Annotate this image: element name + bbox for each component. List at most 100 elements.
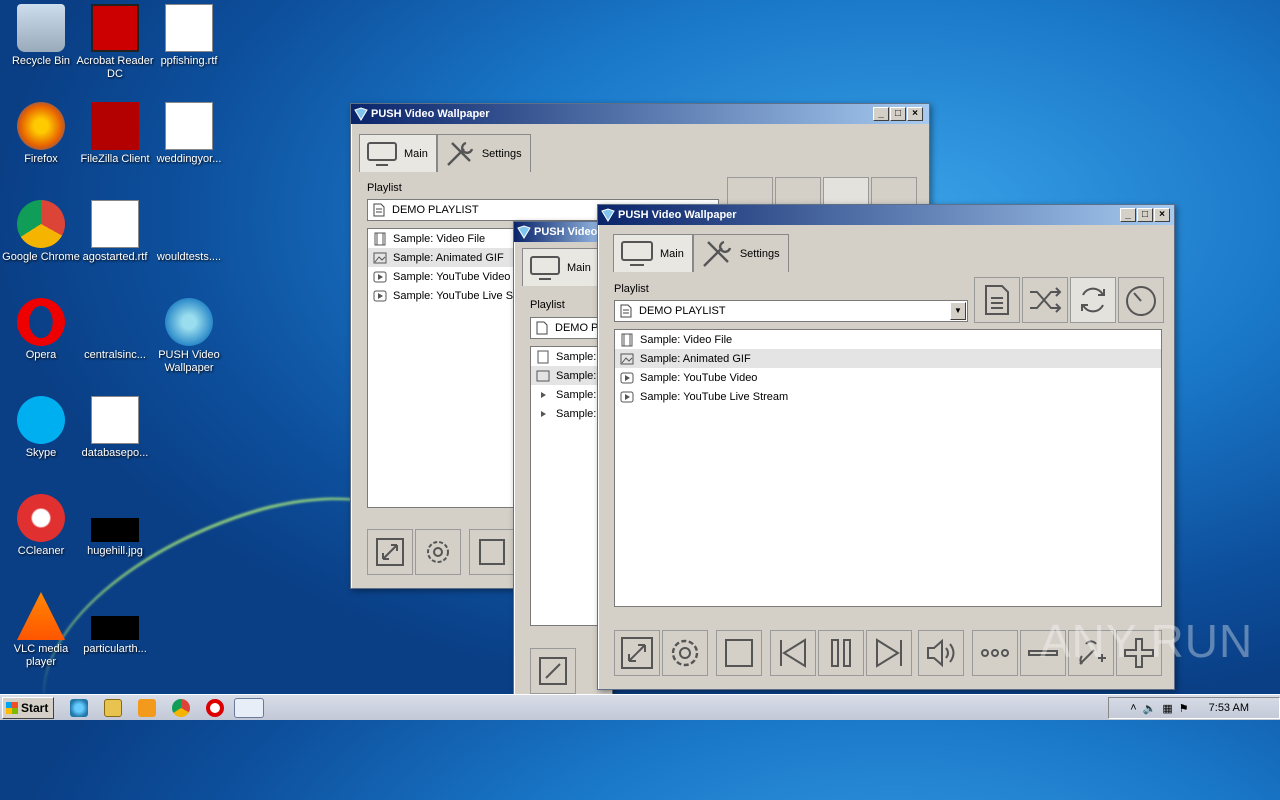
list-item-label: Sample: YouTube Live Stream (640, 390, 789, 403)
desktop-icon-hugehill-jpg[interactable]: hugehill.jpg (74, 494, 156, 558)
push-logo-icon (601, 208, 615, 222)
fullscreen-button[interactable] (530, 648, 576, 694)
settings-button[interactable] (662, 630, 708, 676)
desktop-icon-particularth[interactable]: particularth... (74, 592, 156, 656)
list-item[interactable]: Sample: YouTube Video (615, 368, 1161, 387)
desktop-icon-weddingyor[interactable]: weddingyor... (148, 102, 230, 166)
fullscreen-button[interactable] (367, 529, 413, 575)
desktop-icon-agostarted-rtf[interactable]: agostarted.rtf (74, 200, 156, 264)
tab-settings-label: Settings (739, 247, 780, 260)
playlist-label: Playlist (367, 182, 402, 194)
chevron-down-icon[interactable]: ▼ (950, 302, 966, 320)
media-player-icon[interactable] (138, 699, 156, 717)
next-button[interactable] (866, 630, 912, 676)
desktop-icon-label: wouldtests.... (156, 251, 222, 263)
flag-icon[interactable]: ⚑ (1179, 702, 1189, 715)
chevron-up-icon[interactable]: ˄ (1130, 702, 1136, 714)
settings-button[interactable] (415, 529, 461, 575)
list-item[interactable]: Sample: YouTube Live Stream (615, 387, 1161, 406)
playlist-select[interactable]: DEMO PLAYLIST ▼ (614, 300, 968, 322)
skip-back-icon (780, 638, 806, 668)
stop-button[interactable] (469, 529, 515, 575)
playlist-label: Playlist (530, 299, 565, 311)
tab-main[interactable]: Main (359, 134, 437, 172)
desktop-icon-firefox[interactable]: Firefox (0, 102, 82, 166)
pause-button[interactable] (818, 630, 864, 676)
document-icon (373, 203, 385, 217)
desktop-icon-wouldtests[interactable]: wouldtests.... (148, 200, 230, 264)
shuffle-button[interactable] (1022, 277, 1068, 323)
desktop-icon-push-video-wallpaper[interactable]: PUSH Video Wallpaper (148, 298, 230, 375)
list-item[interactable]: Sample: Animated GIF (615, 349, 1161, 368)
desktop-icon-label: hugehill.jpg (87, 545, 143, 557)
chrome-icon[interactable] (172, 699, 190, 717)
more-button[interactable] (972, 630, 1018, 676)
push-logo-icon (354, 107, 368, 121)
opera-icon[interactable] (206, 699, 224, 717)
tab-settings[interactable]: Settings (436, 134, 531, 172)
desktop-icon-label: PUSH Video Wallpaper (158, 349, 220, 374)
close-button[interactable]: × (907, 107, 923, 121)
list-item-label: Sample: Video File (640, 333, 733, 346)
window-title: PUSH Video (534, 226, 598, 238)
start-button[interactable]: Start (2, 697, 54, 719)
playlist-value: DEMO PLAYLIST (392, 204, 479, 216)
playlist-items[interactable]: Sample: Video File Sample: Animated GIF Sa… (614, 329, 1162, 607)
maximize-button[interactable]: □ (1137, 208, 1153, 222)
desktop-icon-ccleaner[interactable]: CCleaner (0, 494, 82, 558)
push-taskbar-icon[interactable] (234, 698, 264, 718)
opera-icon (17, 298, 65, 346)
filezilla-icon (91, 102, 139, 150)
centralsinc-icon (91, 298, 139, 346)
list-item-label: Sample: YouTube Video (640, 371, 758, 384)
ie-icon[interactable] (70, 699, 88, 717)
weddingyor-icon (165, 102, 213, 150)
desktop-icon-google-chrome[interactable]: Google Chrome (0, 200, 82, 264)
tab-main[interactable]: Main (522, 248, 600, 286)
minimize-button[interactable]: _ (873, 107, 889, 121)
desktop-icon-label: Skype (25, 447, 57, 459)
desktop-icon-vlc[interactable]: VLC media player (0, 592, 82, 669)
timer-button[interactable] (1118, 277, 1164, 323)
desktop-icon-label: VLC media player (13, 643, 69, 668)
edit-playlist-button[interactable] (974, 277, 1020, 323)
previous-button[interactable] (770, 630, 816, 676)
desktop-icon-centralsinc[interactable]: centralsinc... (74, 298, 156, 362)
desktop-icon-filezilla[interactable]: FileZilla Client (74, 102, 156, 166)
desktop-icon-acrobat-reader[interactable]: Acrobat Reader DC (74, 4, 156, 81)
play-icon (620, 391, 634, 402)
windows-logo-icon (6, 702, 18, 714)
image-icon (536, 370, 550, 381)
volume-icon[interactable]: 🔈 (1143, 702, 1157, 715)
push-logo-icon (517, 225, 531, 239)
tab-main[interactable]: Main (613, 234, 693, 272)
shuffle-icon (1030, 287, 1062, 313)
skip-forward-icon (876, 638, 902, 668)
play-icon (541, 410, 546, 417)
desktop-icon-recycle-bin[interactable]: Recycle Bin (0, 4, 82, 68)
list-item[interactable]: Sample: Video File (615, 330, 1161, 349)
title-bar[interactable]: PUSH Video Wallpaper _ □ × (351, 104, 929, 124)
network-icon[interactable]: ▦ (1162, 702, 1172, 715)
desktop-icon-databasepo[interactable]: databasepo... (74, 396, 156, 460)
desktop-icon-opera[interactable]: Opera (0, 298, 82, 362)
maximize-button[interactable]: □ (890, 107, 906, 121)
title-bar[interactable]: PUSH Video Wallpaper _ □ × (598, 205, 1174, 225)
desktop-icon-ppfishing-rtf[interactable]: ppfishing.rtf (148, 4, 230, 68)
close-button[interactable]: × (1154, 208, 1170, 222)
clock[interactable]: 7:53 AM (1209, 702, 1249, 714)
stop-button[interactable] (716, 630, 762, 676)
minimize-button[interactable]: _ (1120, 208, 1136, 222)
volume-button[interactable] (918, 630, 964, 676)
desktop-icon-label: Opera (25, 349, 57, 361)
volume-icon (927, 638, 955, 668)
film-icon (621, 333, 633, 346)
window-title: PUSH Video Wallpaper (618, 209, 737, 221)
watermark: ANY RUN (1040, 615, 1254, 667)
desktop-icon-skype[interactable]: Skype (0, 396, 82, 460)
fullscreen-button[interactable] (614, 630, 660, 676)
explorer-icon[interactable] (104, 699, 122, 717)
repeat-button[interactable] (1070, 277, 1116, 323)
tab-settings[interactable]: Settings (692, 234, 789, 272)
taskbar: Start ˄ 🔈 ▦ ⚑ 7:53 AM (0, 694, 1280, 720)
